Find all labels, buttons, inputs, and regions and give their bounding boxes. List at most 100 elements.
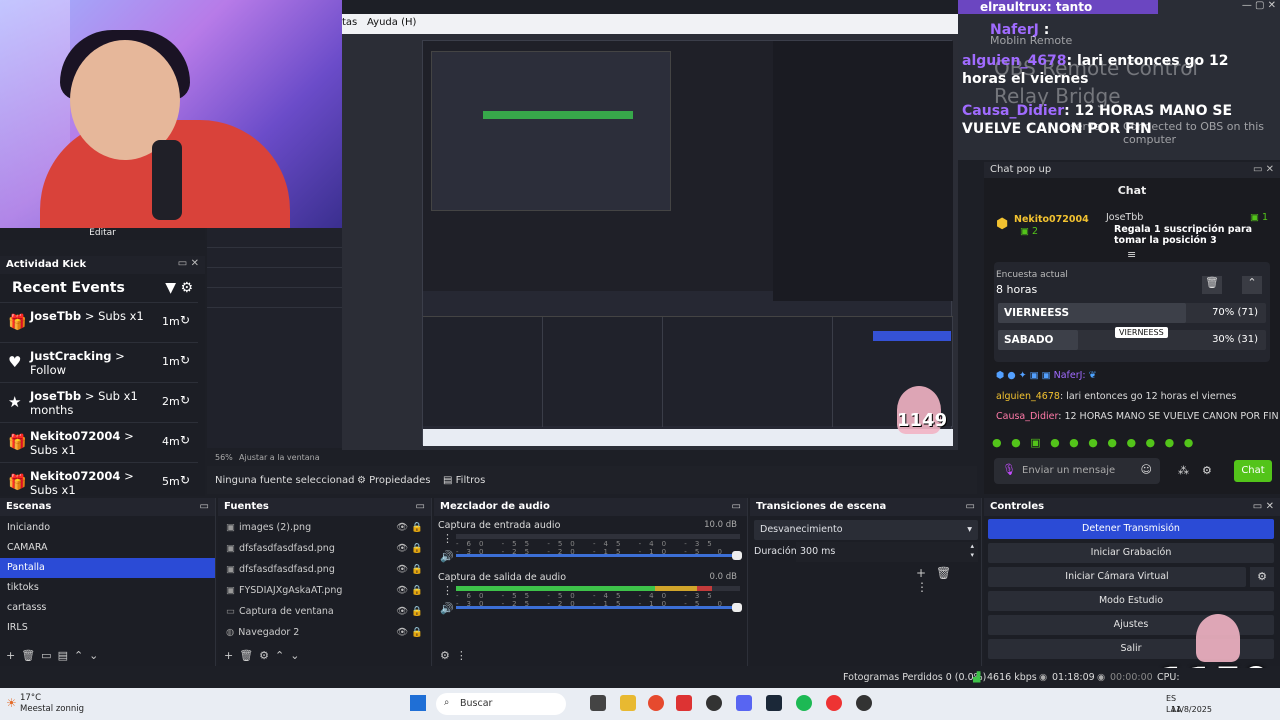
- chevron-up-icon[interactable]: ⌃: [1242, 276, 1262, 294]
- weather-widget[interactable]: 17°C Meestal zonnig: [20, 693, 84, 715]
- poll-duration: 8 horas: [996, 283, 1038, 296]
- scene-item[interactable]: tiktoks: [0, 578, 215, 598]
- mic-icon[interactable]: 🎙: [1002, 463, 1016, 476]
- scene-item[interactable]: IRLS: [0, 618, 215, 638]
- visibility-icon[interactable]: 👁: [396, 585, 408, 596]
- chat-overlay: elraultrux: tanto — ▢ ✕ NaferJ : Moblin …: [958, 0, 1280, 160]
- sources-toolbar[interactable]: +🗑⚙⌃⌄: [224, 649, 305, 662]
- dock-controls[interactable]: ▭: [200, 501, 209, 512]
- obs-preview[interactable]: [342, 34, 958, 450]
- filter-icon[interactable]: ▼: [165, 280, 176, 296]
- lock-icon[interactable]: 🔒: [411, 585, 423, 596]
- dock-controls[interactable]: ▭: [966, 501, 975, 512]
- scene-item[interactable]: Pantalla: [0, 558, 215, 578]
- steam-icon[interactable]: [766, 695, 782, 711]
- poll-option[interactable]: VIERNEESS 70% (71): [998, 303, 1266, 323]
- replay-icon[interactable]: ↻: [180, 353, 190, 367]
- spotify-icon[interactable]: [796, 695, 812, 711]
- lock-icon[interactable]: 🔒: [411, 564, 423, 575]
- dock-controls[interactable]: ▭ ✕: [178, 258, 199, 269]
- clock[interactable]: 11/8/2025: [1171, 693, 1212, 715]
- nested-taskbar: [423, 429, 953, 446]
- mixer-toolbar[interactable]: ⚙⋮: [440, 649, 473, 662]
- visibility-icon[interactable]: 👁: [396, 606, 408, 617]
- kebab-icon[interactable]: ⋮: [442, 532, 453, 545]
- taskview-icon[interactable]: [590, 695, 606, 711]
- nested-blue-button: [873, 331, 951, 341]
- discord-icon[interactable]: [736, 695, 752, 711]
- scenes-toolbar[interactable]: +🗑▭▤⌃⌄: [6, 649, 104, 662]
- source-item[interactable]: ▣ FYSDIAJXgAskaAT.png 👁 🔒: [218, 581, 431, 602]
- chat-input[interactable]: 🎙 Enviar un mensaje ☺: [994, 458, 1160, 484]
- control-button[interactable]: Detener Transmisión: [988, 519, 1274, 539]
- source-item[interactable]: ▭ Captura de ventana 👁 🔒: [218, 602, 431, 623]
- lock-icon[interactable]: 🔒: [411, 627, 423, 638]
- collapse-icon[interactable]: ≡: [1127, 248, 1136, 261]
- volume-slider[interactable]: [456, 603, 742, 612]
- chrome-icon[interactable]: [648, 695, 664, 711]
- transition-toolbar[interactable]: +🗑⋮: [916, 566, 981, 594]
- source-item[interactable]: ▣ dfsfasdfasdfasd.png 👁 🔒: [218, 539, 431, 560]
- event-item[interactable]: 🎁 Nekito072004 > Subs x1 4m ↻: [0, 422, 198, 460]
- event-item[interactable]: 🎁 Nekito072004 > Subs x1 5m ↻: [0, 462, 198, 500]
- event-item[interactable]: ♥ JustCracking > Follow 1m ↻: [0, 342, 198, 380]
- speaker-icon[interactable]: 🔊: [440, 602, 454, 615]
- obs-icon[interactable]: [706, 695, 722, 711]
- properties-button[interactable]: ⚙ Propiedades: [357, 475, 430, 486]
- emoji-icon[interactable]: ☺: [1141, 463, 1152, 476]
- settings-icon[interactable]: ⚙: [1202, 464, 1212, 477]
- fit-window-dropdown[interactable]: Ajustar a la ventana: [239, 453, 320, 462]
- source-item[interactable]: ▣ dfsfasdfasdfasd.png 👁 🔒: [218, 560, 431, 581]
- activity-dock: Actividad Kick ▭ ✕ Recent Events ▼ ⚙ 🎁 J…: [0, 256, 205, 537]
- trash-icon[interactable]: 🗑: [1202, 276, 1222, 294]
- duration-input[interactable]: 300 ms ▴ ▾: [796, 542, 978, 562]
- scene-item[interactable]: CAMARA: [0, 538, 215, 558]
- scene-item[interactable]: cartasss: [0, 598, 215, 618]
- edit-label[interactable]: Editar: [0, 228, 205, 240]
- visibility-icon[interactable]: 👁: [396, 543, 408, 554]
- kebab-icon[interactable]: ⋮: [442, 584, 453, 597]
- control-button[interactable]: Iniciar Grabación: [988, 543, 1274, 563]
- event-item[interactable]: 🎁 JoseTbb > Subs x1 1m ↻: [0, 302, 198, 340]
- visibility-icon[interactable]: 👁: [396, 522, 408, 533]
- scene-item[interactable]: Iniciando: [0, 518, 215, 538]
- source-item[interactable]: ▣ images (2).png 👁 🔒: [218, 518, 431, 539]
- visibility-icon[interactable]: 👁: [396, 627, 408, 638]
- users-icon[interactable]: ⁂: [1178, 464, 1189, 477]
- control-button[interactable]: Modo Estudio: [988, 591, 1274, 611]
- gift-icon: 🎁: [8, 313, 27, 331]
- menu-item-help[interactable]: Ayuda (H): [367, 17, 416, 28]
- transitions-dock: Transiciones de escena ▭ Desvanecimiento ▾…: [750, 498, 982, 666]
- dock-controls[interactable]: ▭: [416, 501, 425, 512]
- window-controls[interactable]: — ▢ ✕: [1242, 0, 1276, 11]
- event-item[interactable]: ★ JoseTbb > Sub x1 months 2m ↻: [0, 382, 198, 420]
- dock-controls[interactable]: ▭ ✕: [1253, 164, 1274, 175]
- obs-icon-2[interactable]: [856, 695, 872, 711]
- speaker-icon[interactable]: 🔊: [440, 550, 454, 563]
- filters-button[interactable]: ▤ Filtros: [443, 475, 485, 486]
- taskbar-search[interactable]: ⌕ Buscar: [436, 693, 566, 715]
- gear-icon[interactable]: ⚙: [180, 280, 193, 296]
- replay-icon[interactable]: ↻: [180, 393, 190, 407]
- lock-icon[interactable]: 🔒: [411, 522, 423, 533]
- app-icon[interactable]: [676, 695, 692, 711]
- transition-select[interactable]: Desvanecimiento ▾: [754, 520, 978, 540]
- replay-icon[interactable]: ↻: [180, 473, 190, 487]
- control-button[interactable]: Iniciar Cámara Virtual: [988, 567, 1246, 587]
- volume-slider[interactable]: [456, 551, 742, 560]
- visibility-icon[interactable]: 👁: [396, 564, 408, 575]
- emote-row[interactable]: ● ● ▣ ● ● ● ● ● ● ● ●: [992, 436, 1196, 449]
- source-item[interactable]: ◍ Navegador 2 👁 🔒: [218, 623, 431, 644]
- chat-send-button[interactable]: Chat: [1234, 460, 1272, 482]
- replay-icon[interactable]: ↻: [180, 433, 190, 447]
- dock-controls[interactable]: ▭ ✕: [1253, 501, 1274, 512]
- menu-item-partial[interactable]: tas: [342, 17, 357, 28]
- start-icon[interactable]: [410, 695, 426, 711]
- opera-icon[interactable]: [826, 695, 842, 711]
- folder-icon[interactable]: [620, 695, 636, 711]
- gear-icon[interactable]: ⚙: [1250, 567, 1274, 587]
- replay-icon[interactable]: ↻: [180, 313, 190, 327]
- lock-icon[interactable]: 🔒: [411, 543, 423, 554]
- dock-controls[interactable]: ▭: [732, 501, 741, 512]
- lock-icon[interactable]: 🔒: [411, 606, 423, 617]
